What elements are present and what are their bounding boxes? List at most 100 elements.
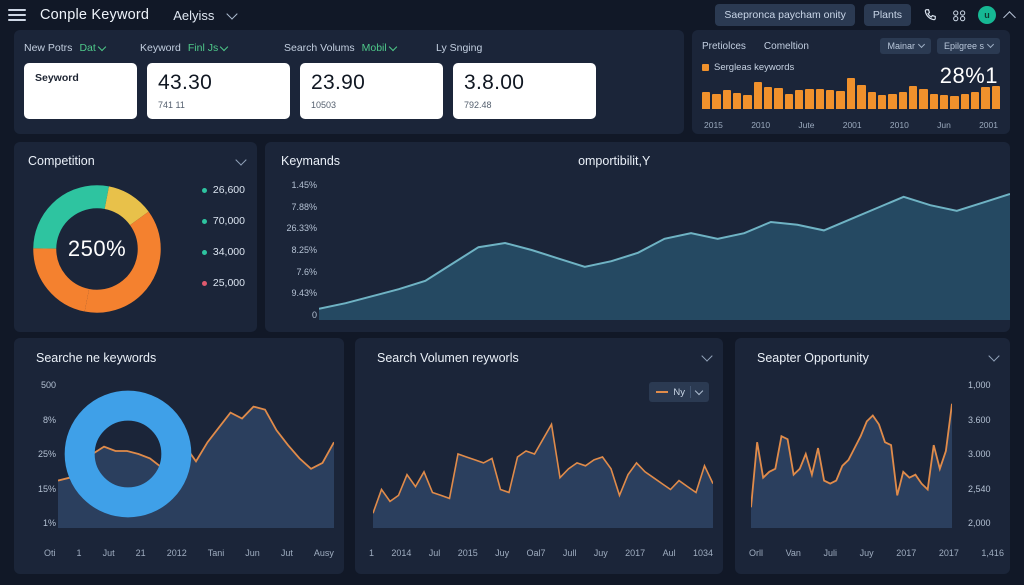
header-bar-10 [805, 88, 814, 109]
searchene-xtick-5: Tani [207, 548, 225, 558]
header-bar-15 [857, 85, 866, 109]
keyword-ytick-2: 26.33% [286, 223, 317, 234]
chevron-down-icon [917, 40, 926, 49]
dashboard-root: Conple Keyword Aelyiss Saepronca paycham… [0, 0, 1024, 585]
tab-comeltion[interactable]: Comeltion [764, 41, 809, 52]
legend-value-3: 25,000 [212, 277, 245, 289]
header-bar-3 [733, 93, 742, 109]
legend-label: Sergleas keywords [714, 62, 795, 73]
header-bar-8 [784, 93, 794, 109]
phone-icon[interactable] [920, 5, 940, 25]
header-xtick-0: 2015 [704, 120, 723, 130]
opportunity-ytick-4: 2,000 [968, 518, 991, 528]
kpi-card-2[interactable]: 3.8.00 792.48 [453, 63, 596, 119]
kpi-label-1: Keyword [140, 42, 181, 54]
page-title: Conple Keyword [40, 7, 150, 23]
header-xtick-4: 2010 [889, 120, 909, 130]
filter-button-epilgree[interactable]: Epilgree s [936, 38, 1000, 54]
legend-dot-icon [201, 249, 207, 255]
volumen-xtick-9: Aul [662, 548, 676, 558]
kpi-label-group-0: New Potrs Dat [24, 42, 140, 54]
legend-dot-icon [201, 187, 207, 193]
chevron-down-icon[interactable] [226, 7, 239, 20]
page-subtitle: Aelyiss [173, 7, 215, 23]
legend-swatch-icon [702, 64, 709, 71]
legend-item-0: 26,600 [201, 184, 245, 196]
header-bar-16 [867, 92, 876, 109]
header-xtick-3: 2001 [842, 120, 862, 130]
header-bar-14 [846, 78, 856, 109]
header-bar-2 [722, 90, 732, 109]
header-bar-11 [815, 89, 825, 109]
hamburger-icon[interactable] [8, 9, 26, 21]
header-bar-20 [908, 85, 918, 109]
top-header-bar: Conple Keyword Aelyiss Saepronca paycham… [0, 0, 1024, 30]
kpi-dropdown-2[interactable]: Mobil [362, 42, 397, 54]
keyword-area-header: Keymands omportibilit,Y [281, 154, 994, 168]
searchene-ytick-2: 25% [37, 449, 56, 459]
volumen-xtick-4: Juy [495, 548, 510, 558]
header-pill-primary[interactable]: Saepronca paycham onity [715, 4, 855, 26]
kpi-card-row: Seyword 43.30 741 11 23.90 10503 3.8.00 … [24, 63, 674, 119]
competition-donut-chart: 250% [28, 180, 166, 318]
kpi-label-row: New Potrs Dat Keyword Finl Js Search Vol… [24, 39, 674, 57]
chevron-down-icon[interactable] [701, 350, 713, 362]
searchene-ytick-3: 15% [37, 483, 56, 494]
header-pill-secondary[interactable]: Plants [863, 4, 911, 26]
header-bar-18 [888, 93, 897, 109]
tab-pretiolces[interactable]: Pretiolces [702, 41, 746, 52]
kpi-value-1: 23.90 [311, 71, 366, 95]
opportunity-xtick-1: Van [785, 548, 801, 558]
opportunity-title: Seapter Opportunity [757, 351, 869, 365]
avatar-initial: u [984, 10, 990, 20]
kpi-dropdown-0[interactable]: Dat [79, 42, 107, 54]
header-bar-12 [826, 90, 835, 109]
header-chart-panel: Pretiolces Comeltion Mainar Epilgree s S… [692, 30, 1010, 134]
chevron-down-icon [219, 42, 229, 51]
chevron-down-icon [986, 40, 995, 49]
volumen-xtick-10: 1034 [692, 548, 713, 558]
avatar[interactable]: u [978, 6, 996, 24]
competition-title: Competition [28, 154, 95, 168]
kpi-value-0: 43.30 [158, 71, 213, 95]
searchene-donut-overlay [58, 384, 198, 524]
searchene-xtick-3: 21 [135, 548, 146, 558]
header-bar-23 [939, 94, 949, 109]
kpi-label-group-1: Keyword Finl Js [140, 42, 284, 54]
kpi-value-2: 3.8.00 [464, 71, 525, 95]
kpi-dropdown-1[interactable]: Finl Js [188, 42, 229, 54]
chevron-up-icon[interactable] [1003, 10, 1016, 24]
volumen-xtick-8: 2017 [625, 548, 646, 558]
apps-grid-icon[interactable] [949, 5, 969, 25]
kpi-label-3: Ly Snging [436, 42, 483, 54]
header-bar-27 [981, 87, 990, 109]
chevron-down-icon[interactable] [988, 350, 1000, 362]
volumen-xtick-5: Oal7 [526, 548, 546, 558]
filter-button-mainar[interactable]: Mainar [880, 38, 931, 54]
header-bar-6 [764, 86, 773, 109]
volumen-svg [373, 380, 713, 528]
kpi-card-0[interactable]: 43.30 741 11 [147, 63, 290, 119]
search-input[interactable]: Seyword [24, 63, 137, 119]
kpi-strip: New Potrs Dat Keyword Finl Js Search Vol… [14, 30, 684, 134]
competition-legend: 26,600 70,000 34,000 25,000 [201, 184, 245, 289]
kpi-label-group-3: Ly Snging [436, 42, 482, 54]
searchene-xaxis: Oti 1 Jut 21 2012 Tani Jun Jut Ausy [44, 548, 334, 558]
searchene-xtick-1: 1 [76, 548, 82, 558]
volumen-xtick-0: 1 [369, 548, 375, 558]
chevron-down-icon [388, 42, 397, 51]
header-bar-28 [991, 85, 1000, 109]
header-chart-tabs: Pretiolces Comeltion Mainar Epilgree s [702, 38, 1000, 54]
search-input-value: Seyword [35, 72, 79, 84]
kpi-dropdown-label-0: Dat [79, 42, 96, 54]
kpi-card-1[interactable]: 23.90 10503 [300, 63, 443, 119]
header-bar-26 [970, 92, 980, 109]
opportunity-ytick-0: 1,000 [968, 380, 991, 390]
opportunity-xaxis: Orll Van Juli Juy 2017 2017 1,416 [749, 548, 1004, 558]
legend-item-1: 70,000 [201, 215, 245, 227]
header-bar-5 [753, 82, 763, 109]
keyword-ytick-0: 1.45% [291, 180, 317, 190]
legend-dot-icon [201, 280, 207, 286]
chevron-down-icon[interactable] [235, 154, 247, 166]
legend-dot-icon [201, 218, 207, 224]
